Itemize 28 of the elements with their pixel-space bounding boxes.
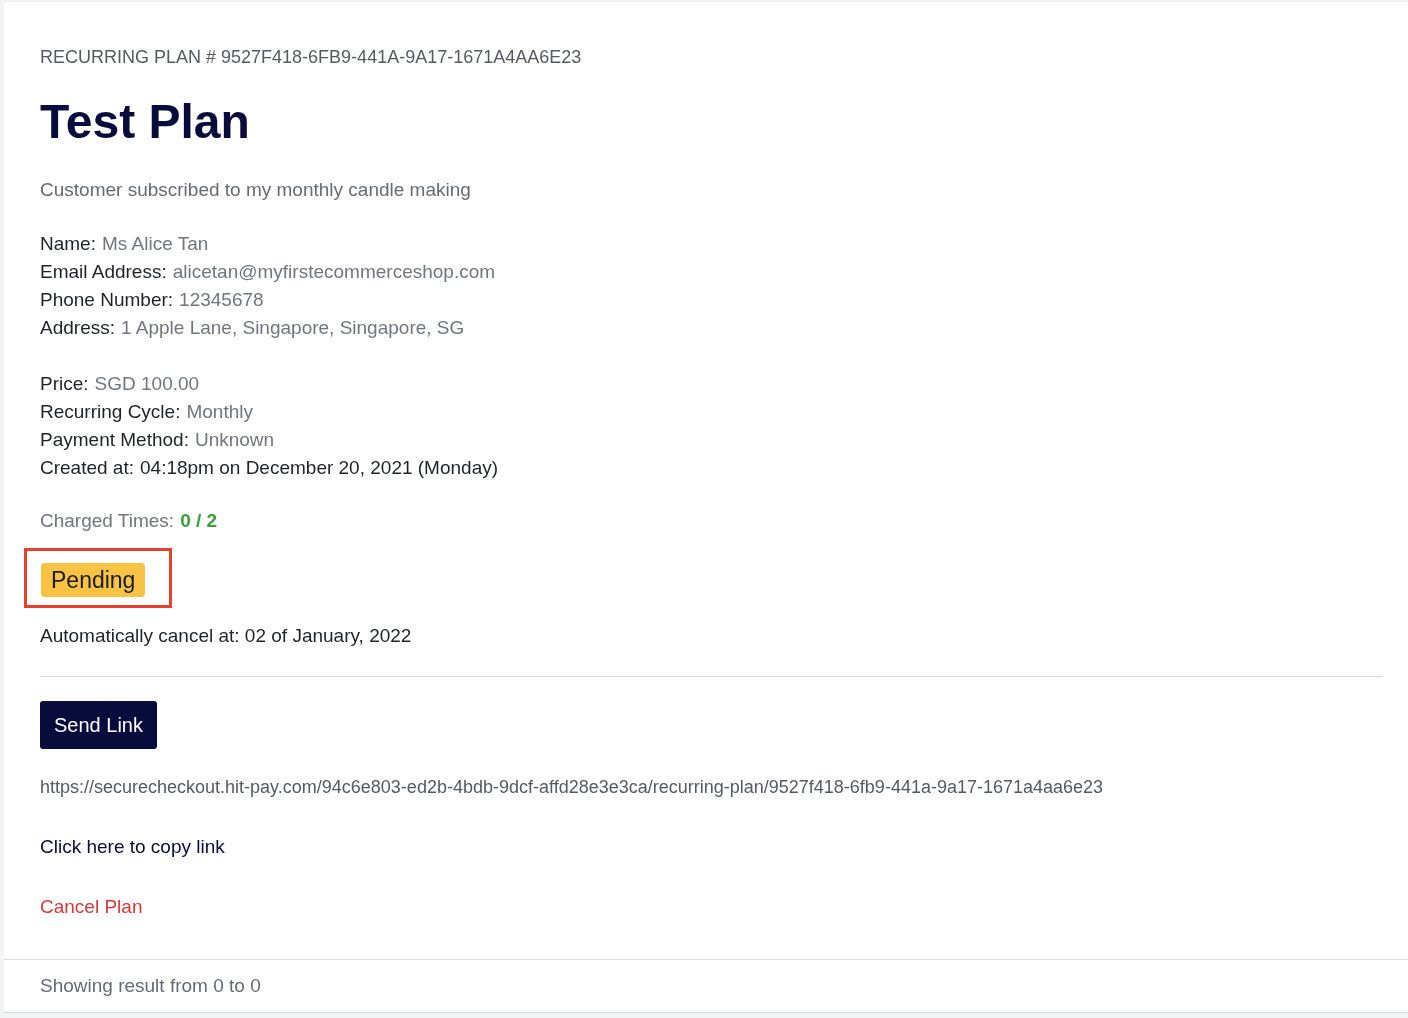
field-value: SGD 100.00 [94, 373, 200, 394]
result-count: Showing result from 0 to 0 [40, 975, 261, 996]
cancel-notice: Automatically cancel at: 02 of January, 2022 [40, 624, 412, 648]
field-value: 1 Apple Lane, Singapore, Singapore, SG [121, 317, 465, 338]
field-value: 12345678 [179, 289, 264, 310]
field-label: Created at: [40, 457, 134, 478]
field-label: Price: [40, 373, 89, 394]
copy-link[interactable]: Click here to copy link [40, 835, 225, 859]
field-label: Address: [40, 317, 115, 338]
field-label: Recurring Cycle: [40, 401, 181, 422]
plan-title: Test Plan [40, 94, 250, 150]
status-badge: Pending [41, 563, 146, 597]
charged-times-label: Charged Times: [40, 510, 175, 531]
charged-times-value: 0 / 2 [180, 510, 218, 531]
field-value: Unknown [194, 429, 275, 450]
field-value: Ms Alice Tan [101, 233, 209, 254]
plan-id: RECURRING PLAN # 9527F418-6FB9-441A-9A17-1671A4AA6E23 [40, 46, 582, 68]
send-link-button[interactable]: Send Link [40, 701, 157, 749]
cancel-plan-link[interactable]: Cancel Plan [40, 895, 143, 919]
field-value: alicetan@myfirstecommerceshop.com [172, 261, 496, 282]
field-value: 04:18pm on December 20, 2021 (Monday) [140, 457, 499, 478]
plan-description: Customer subscribed to my monthly candle making [40, 178, 471, 202]
checkout-url: https://securecheckout.hit-pay.com/94c6e803-ed2b-4bdb-9dcf-affd28e3e3ca/recurring-plan/9527f418-6fb9-441a-9a17-1671a4aa6e23 [40, 776, 1104, 799]
field-label: Payment Method: [40, 429, 189, 450]
field-label: Email Address: [40, 261, 167, 282]
field-label: Phone Number: [40, 289, 174, 310]
field-label: Name: [40, 233, 96, 254]
field-value: Monthly [186, 401, 253, 422]
